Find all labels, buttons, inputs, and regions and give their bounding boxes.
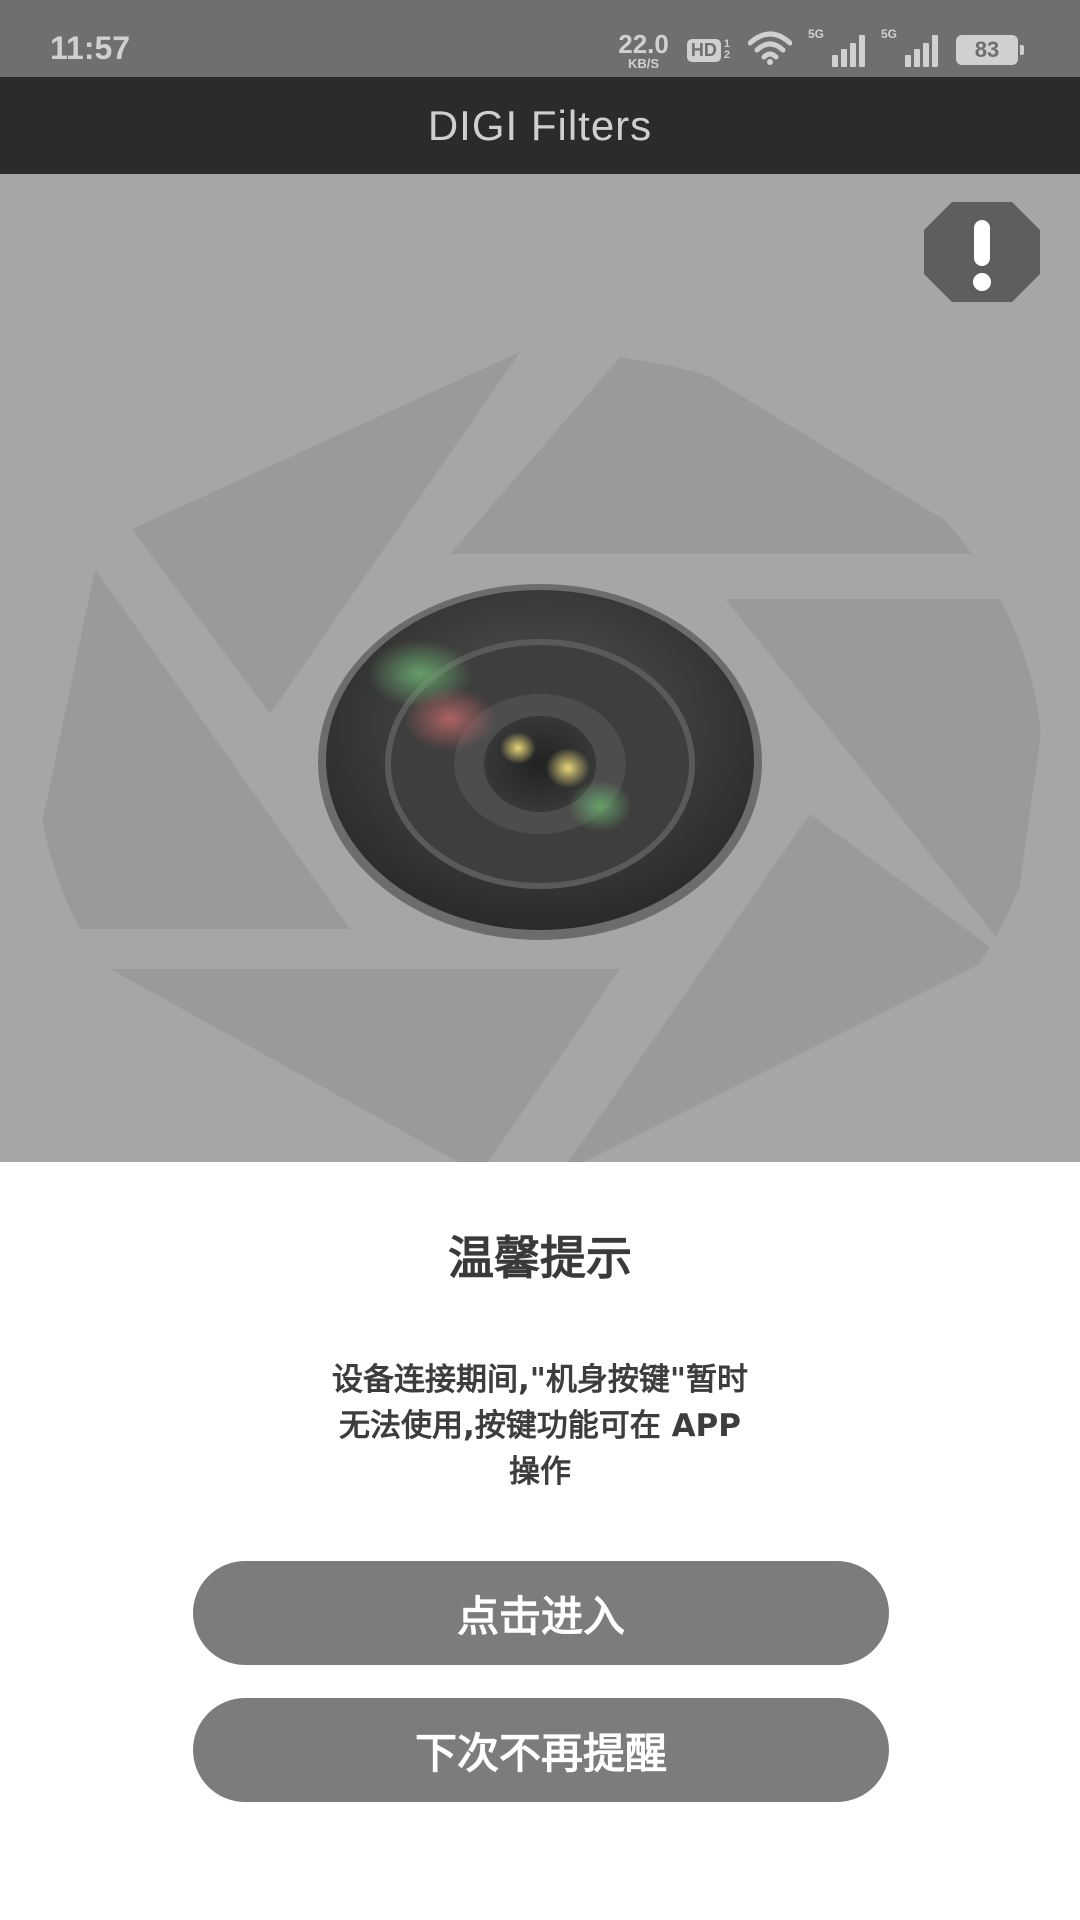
dialog-message-line: 设备连接期间,"机身按键"暂时 bbox=[331, 1362, 749, 1398]
network-speed-value: 22.0 bbox=[618, 28, 669, 59]
wifi-icon bbox=[747, 31, 793, 70]
hd-label: HD bbox=[686, 38, 721, 62]
dialog-title: 温馨提示 bbox=[448, 1231, 632, 1285]
dialog-message-line: 无法使用,按键功能可在 APP bbox=[339, 1408, 741, 1444]
battery-level: 83 bbox=[974, 37, 1000, 62]
hero-illustration bbox=[0, 174, 1080, 1162]
network-speed-unit: KB/S bbox=[628, 55, 660, 71]
dialog-message: 设备连接期间,"机身按键"暂时 无法使用,按键功能可在 APP 操作 bbox=[250, 1357, 830, 1495]
enter-button[interactable]: 点击进入 bbox=[193, 1561, 889, 1665]
dialog-message-line: 操作 bbox=[509, 1454, 571, 1490]
camera-lens-icon bbox=[318, 584, 762, 940]
warning-icon bbox=[924, 202, 1040, 302]
status-bar: 11:57 22.0 KB/S HD 1 2 5G 5G 83 bbox=[0, 0, 1080, 77]
status-time: 11:57 bbox=[50, 30, 131, 66]
hd-sub-bottom: 2 bbox=[723, 49, 730, 61]
app-bar: DIGI Filters bbox=[0, 77, 1080, 174]
hd-voice-badge: HD 1 2 bbox=[686, 38, 730, 62]
tip-dialog: 温馨提示 设备连接期间,"机身按键"暂时 无法使用,按键功能可在 APP 操作 … bbox=[0, 1162, 1080, 1920]
aperture-logo bbox=[38, 352, 1042, 1162]
network-speed: 22.0 KB/S bbox=[618, 31, 669, 70]
signal-icon: 5G bbox=[881, 27, 938, 67]
warning-button[interactable] bbox=[922, 198, 1042, 306]
dont-remind-button[interactable]: 下次不再提醒 bbox=[193, 1698, 889, 1802]
battery-icon: 83 bbox=[956, 35, 1024, 65]
signal-icon: 5G bbox=[808, 27, 865, 67]
app-title: DIGI Filters bbox=[427, 101, 653, 149]
status-icons: 22.0 KB/S HD 1 2 5G 5G 83 bbox=[618, 27, 1024, 70]
sim2-network-type: 5G bbox=[881, 27, 898, 41]
sim1-network-type: 5G bbox=[808, 27, 825, 41]
